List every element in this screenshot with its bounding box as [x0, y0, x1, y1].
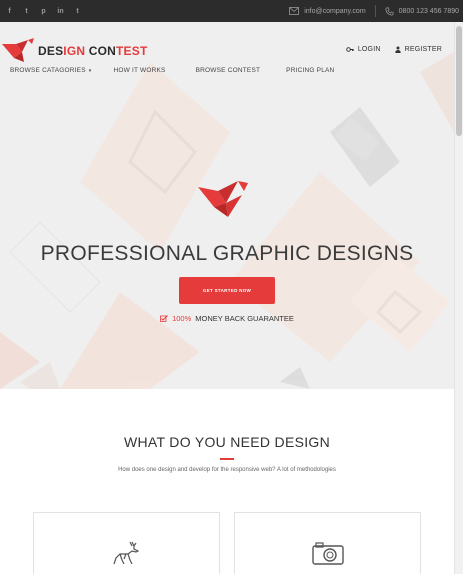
bird-logo-icon — [198, 181, 248, 217]
hero-title: PROFESSIONAL GRAPHIC DESIGNS — [40, 242, 414, 265]
nav-item-browse-categories[interactable]: BROWSE CATAGORIES ▾ — [10, 67, 91, 74]
divider — [374, 5, 376, 17]
social-links: f t p in t — [5, 0, 82, 22]
guarantee-percent: 100% — [172, 314, 192, 323]
email-link[interactable]: info@company.com — [304, 8, 365, 15]
section-divider — [220, 458, 234, 460]
money-back-guarantee: 100% MONEY BACK GUARANTEE — [0, 314, 454, 323]
scrollbar[interactable] — [454, 22, 463, 574]
nav-item-how-it-works[interactable]: HOW IT WORKS — [113, 67, 165, 74]
phone-number[interactable]: 0800 123 456 7890 — [399, 8, 459, 15]
bird-logo-icon — [2, 38, 34, 62]
main-nav: BROWSE CATAGORIES ▾ HOW IT WORKS BROWSE … — [10, 67, 356, 74]
category-card-photography[interactable] — [234, 512, 421, 574]
account-links: LOGIN REGISTER — [346, 46, 442, 53]
category-card-illustration[interactable] — [33, 512, 220, 574]
twitter-icon[interactable]: t — [22, 8, 31, 15]
top-bar: f t p in t info@company.com 0800 123 456… — [0, 0, 463, 22]
scrollbar-thumb[interactable] — [456, 26, 462, 136]
linkedin-icon[interactable]: in — [56, 8, 65, 15]
check-icon — [160, 315, 168, 322]
camera-icon — [311, 542, 344, 565]
register-label: REGISTER — [404, 46, 442, 53]
section-title: WHAT DO YOU NEED DESIGN — [123, 434, 331, 450]
hero-section: DESIGN CONTEST LOGIN REGISTER BROWSE CAT… — [0, 22, 454, 389]
key-icon — [346, 47, 354, 52]
chevron-down-icon: ▾ — [88, 67, 92, 74]
contact-info: info@company.com 0800 123 456 7890 — [289, 0, 459, 22]
guarantee-text: MONEY BACK GUARANTEE — [195, 314, 294, 323]
logo-text: DESIGN CONTEST — [38, 44, 148, 58]
mail-icon — [289, 7, 300, 15]
tumblr-icon[interactable]: t — [73, 8, 82, 15]
user-icon — [394, 46, 401, 53]
register-link[interactable]: REGISTER — [394, 46, 442, 53]
phone-icon — [385, 7, 394, 15]
nav-item-pricing-plan[interactable]: PRICING PLAN — [286, 67, 334, 74]
nav-item-browse-contest[interactable]: BROWSE CONTEST — [196, 67, 261, 74]
login-label: LOGIN — [357, 46, 381, 53]
site-logo[interactable]: DESIGN CONTEST — [2, 37, 148, 65]
facebook-icon[interactable]: f — [5, 8, 14, 15]
section-subtitle: How does one design and develop for the … — [118, 467, 336, 473]
pinterest-icon[interactable]: p — [39, 8, 48, 15]
login-link[interactable]: LOGIN — [346, 46, 381, 53]
get-started-button[interactable]: GET STARTED NOW — [179, 277, 275, 304]
deer-icon — [112, 541, 139, 565]
